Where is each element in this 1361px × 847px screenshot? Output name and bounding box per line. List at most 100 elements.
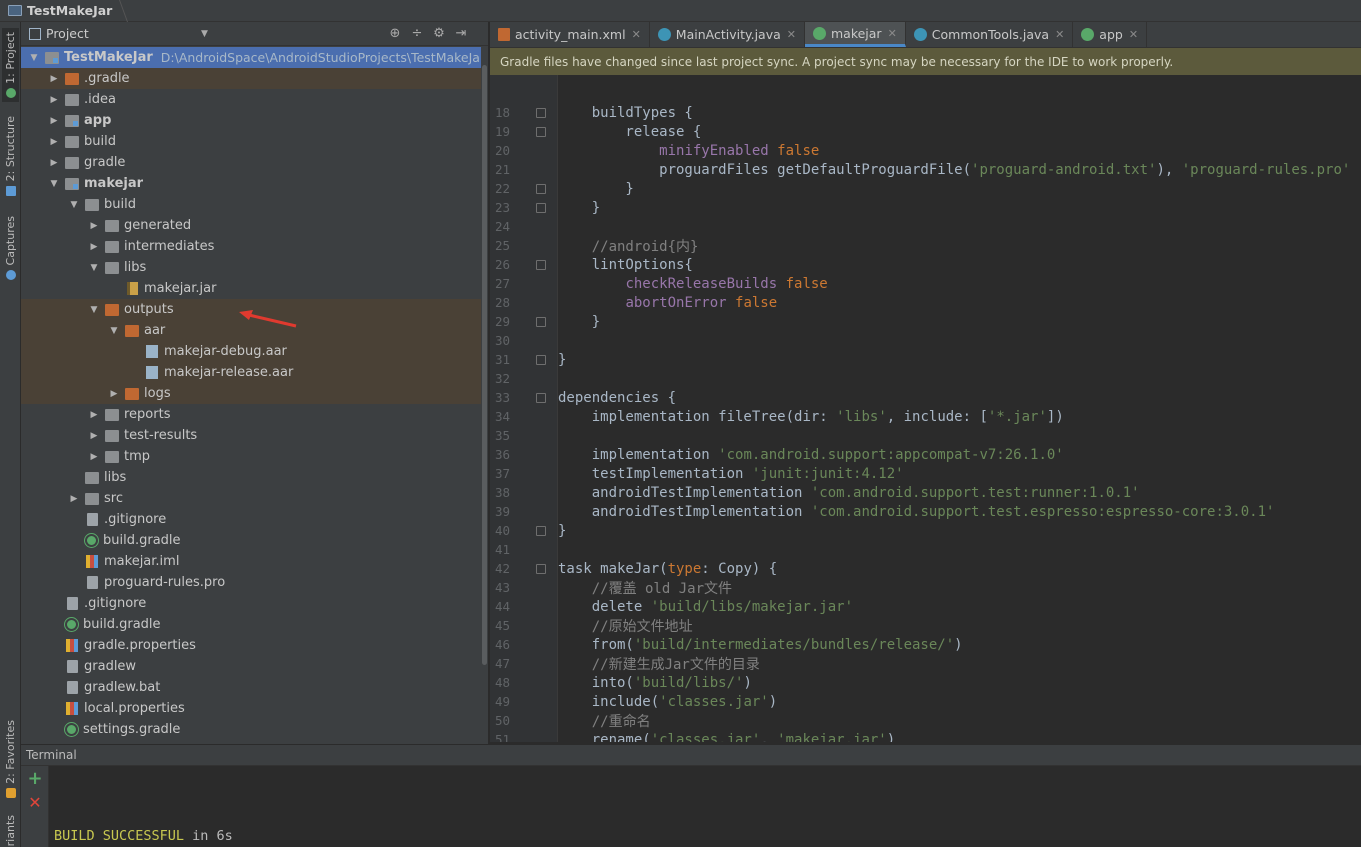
project-panel-scrollbar[interactable] — [481, 47, 488, 737]
expanded-arrow-icon[interactable]: ▼ — [107, 326, 121, 336]
tree-item[interactable]: ▶ .idea — [21, 89, 488, 110]
tree-item[interactable]: ▶ generated — [21, 215, 488, 236]
tree-item[interactable]: gradlew — [21, 656, 488, 677]
scroll-from-source-icon[interactable]: ⊕ — [388, 26, 402, 41]
collapsed-arrow-icon[interactable]: ▶ — [67, 494, 81, 504]
gear-icon[interactable]: ⚙ — [432, 26, 446, 41]
editor-tab[interactable]: CommonTools.java ✕ — [906, 22, 1074, 47]
tree-item[interactable]: makejar.jar — [21, 278, 488, 299]
editor-tab[interactable]: MainActivity.java ✕ — [650, 22, 805, 47]
tree-item[interactable]: ▶ test-results — [21, 425, 488, 446]
close-tab-icon[interactable]: ✕ — [1055, 28, 1064, 41]
tree-item[interactable]: makejar.iml — [21, 551, 488, 572]
code-line: 26 lintOptions{ — [490, 255, 1361, 274]
editor-tab[interactable]: makejar ✕ — [804, 22, 906, 47]
tree-item[interactable]: ▶ logs — [21, 383, 488, 404]
tree-item[interactable]: ▶ build — [21, 131, 488, 152]
code-token: 'build/libs/makejar.jar' — [650, 598, 854, 615]
terminal-body[interactable]: BUILD SUCCESSFUL in 6s — [50, 766, 1361, 847]
tree-item[interactable]: makejar-debug.aar — [21, 341, 488, 362]
add-terminal-icon[interactable]: + — [21, 766, 49, 790]
fold-marker-icon[interactable] — [536, 392, 546, 403]
collapsed-arrow-icon[interactable]: ▶ — [47, 137, 61, 147]
tree-item[interactable]: ▶ src — [21, 488, 488, 509]
editor-tab[interactable]: activity_main.xml ✕ — [490, 22, 650, 47]
scrollbar-thumb[interactable] — [482, 65, 487, 665]
folder-icon — [85, 198, 99, 211]
tree-item[interactable]: ▶ tmp — [21, 446, 488, 467]
breadcrumb-project[interactable]: TestMakeJar — [27, 3, 112, 18]
tree-item[interactable]: ▶ gradle — [21, 152, 488, 173]
collapsed-arrow-icon[interactable]: ▶ — [47, 116, 61, 126]
fold-marker-icon[interactable] — [536, 107, 546, 118]
expanded-arrow-icon[interactable]: ▼ — [87, 305, 101, 315]
collapsed-arrow-icon[interactable]: ▶ — [47, 74, 61, 84]
tree-item[interactable]: .gitignore — [21, 509, 488, 530]
collapsed-arrow-icon[interactable]: ▶ — [87, 452, 101, 462]
chevron-down-icon[interactable]: ▼ — [201, 29, 208, 39]
tree-item[interactable]: libs — [21, 467, 488, 488]
close-tab-icon[interactable]: ✕ — [787, 28, 796, 41]
tree-item[interactable]: ▶ reports — [21, 404, 488, 425]
tool-tab-structure[interactable]: 2: Structure — [2, 116, 19, 196]
fold-marker-icon[interactable] — [536, 126, 546, 137]
tree-item[interactable]: gradlew.bat — [21, 677, 488, 698]
collapsed-arrow-icon[interactable]: ▶ — [107, 389, 121, 399]
collapse-all-icon[interactable]: ÷ — [410, 26, 424, 41]
fold-marker-icon[interactable] — [536, 316, 546, 327]
tree-item[interactable]: ▼ libs — [21, 257, 488, 278]
tree-item[interactable]: ▶ .gradle — [21, 68, 488, 89]
code-line: 22 } — [490, 179, 1361, 198]
code-token: ), — [1156, 161, 1182, 178]
collapsed-arrow-icon[interactable]: ▶ — [47, 158, 61, 168]
close-tab-icon[interactable]: ✕ — [632, 28, 641, 41]
editor-tab[interactable]: app ✕ — [1073, 22, 1148, 47]
code-token: //原始文件地址 — [558, 618, 693, 635]
project-view-selector[interactable]: Project — [46, 26, 201, 41]
close-tab-icon[interactable]: ✕ — [1129, 28, 1138, 41]
tree-item[interactable]: ▼ makejar — [21, 173, 488, 194]
collapsed-arrow-icon[interactable]: ▶ — [87, 242, 101, 252]
code-text: androidTestImplementation 'com.android.s… — [558, 504, 1275, 520]
tree-item[interactable]: build.gradle — [21, 614, 488, 635]
hide-panel-icon[interactable]: ⇥ — [454, 26, 468, 41]
code-text: } — [558, 352, 566, 368]
tree-item[interactable]: ▼ TestMakeJar D:\AndroidSpace\AndroidStudi… — [21, 47, 488, 68]
expanded-arrow-icon[interactable]: ▼ — [47, 179, 61, 189]
collapsed-arrow-icon[interactable]: ▶ — [87, 431, 101, 441]
tool-tab-favorites[interactable]: 2: Favorites — [2, 718, 19, 800]
code-line: 43 //覆盖 old Jar文件 — [490, 578, 1361, 597]
tree-item-label: makejar.jar — [144, 281, 217, 296]
tool-tab-build-variants[interactable]: riants — [2, 814, 19, 847]
tree-item[interactable]: ▼ build — [21, 194, 488, 215]
fold-marker-icon[interactable] — [536, 202, 546, 213]
expanded-arrow-icon[interactable]: ▼ — [67, 200, 81, 210]
fold-marker-icon[interactable] — [536, 563, 546, 574]
close-tab-icon[interactable]: ✕ — [888, 27, 897, 40]
tool-tab-project[interactable]: 1: Project — [2, 28, 19, 102]
tree-item[interactable]: .gitignore — [21, 593, 488, 614]
code-line: 44 delete 'build/libs/makejar.jar' — [490, 597, 1361, 616]
fold-marker-icon[interactable] — [536, 354, 546, 365]
tree-item-label: intermediates — [124, 239, 215, 254]
tree-item[interactable]: ▶ app — [21, 110, 488, 131]
fold-marker-icon[interactable] — [536, 259, 546, 270]
tree-item[interactable]: local.properties — [21, 698, 488, 719]
tree-item[interactable]: proguard-rules.pro — [21, 572, 488, 593]
collapsed-arrow-icon[interactable]: ▶ — [87, 410, 101, 420]
tree-item-label: gradle — [84, 155, 126, 170]
tree-item[interactable]: makejar-release.aar — [21, 362, 488, 383]
tool-tab-captures[interactable]: Captures — [2, 214, 19, 282]
fold-marker-icon[interactable] — [536, 525, 546, 536]
tree-item[interactable]: settings.gradle — [21, 719, 488, 740]
expanded-arrow-icon[interactable]: ▼ — [87, 263, 101, 273]
expanded-arrow-icon[interactable]: ▼ — [27, 53, 41, 63]
tree-item[interactable]: gradle.properties — [21, 635, 488, 656]
collapsed-arrow-icon[interactable]: ▶ — [87, 221, 101, 231]
fold-marker-icon[interactable] — [536, 183, 546, 194]
close-terminal-icon[interactable]: ✕ — [21, 790, 49, 814]
tree-item[interactable]: ▶ intermediates — [21, 236, 488, 257]
collapsed-arrow-icon[interactable]: ▶ — [47, 95, 61, 105]
code-editor[interactable]: 18 buildTypes {19 release {20 minifyEnab… — [490, 75, 1361, 742]
tree-item[interactable]: build.gradle — [21, 530, 488, 551]
